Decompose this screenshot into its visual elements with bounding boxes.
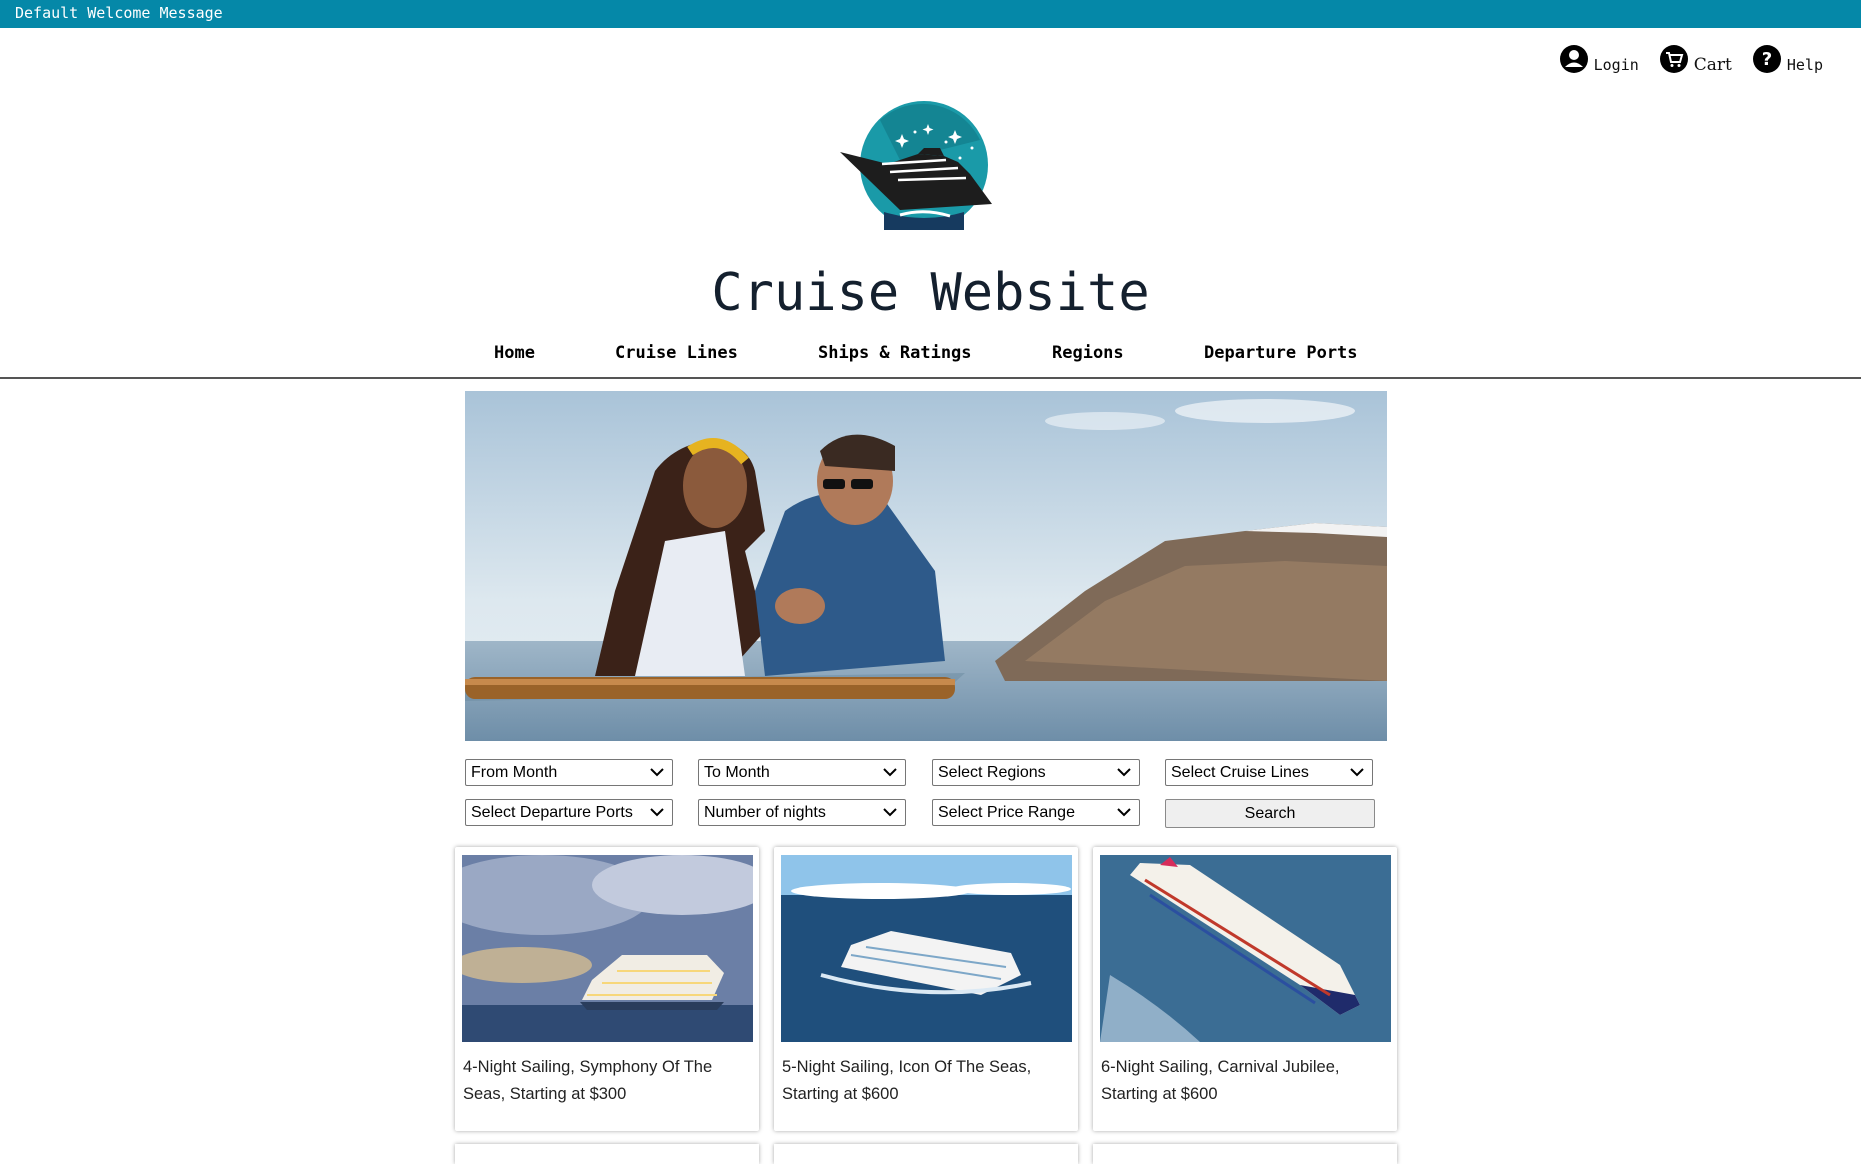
to-month-select[interactable]: To Month (698, 759, 906, 786)
departure-ports-select[interactable]: Select Departure Ports (465, 799, 673, 826)
welcome-bar: Default Welcome Message (0, 0, 1861, 28)
nav-cruise-lines[interactable]: Cruise Lines (615, 343, 738, 363)
nav-ships-ratings[interactable]: Ships & Ratings (818, 343, 972, 363)
from-month-select[interactable]: From Month (465, 759, 673, 786)
departure-ports-value: Select Departure Ports (471, 804, 633, 821)
chevron-down-icon (650, 808, 664, 817)
chevron-down-icon (883, 808, 897, 817)
svg-text:?: ? (1762, 49, 1772, 70)
from-month-value: From Month (471, 764, 558, 781)
price-range-value: Select Price Range (938, 804, 1075, 821)
cart-icon (1659, 45, 1688, 73)
cruise-lines-select[interactable]: Select Cruise Lines (1165, 759, 1373, 786)
price-range-select[interactable]: Select Price Range (932, 799, 1140, 826)
cruise-card[interactable]: 4-Night Sailing, Symphony Of The Seas, S… (455, 847, 759, 1131)
ship-image (781, 855, 1072, 1042)
ship-image (462, 855, 753, 1042)
nav-regions[interactable]: Regions (1052, 343, 1124, 363)
question-icon: ? (1752, 45, 1781, 73)
site-title: Cruise Website (711, 263, 1150, 323)
help-label: Help (1786, 56, 1823, 74)
login-link[interactable]: Login (1559, 44, 1639, 74)
ship-image (1100, 855, 1391, 1042)
card-description: 6-Night Sailing, Carnival Jubilee, Start… (1101, 1058, 1340, 1103)
hero-image (465, 391, 1387, 741)
cruise-card[interactable]: 6-Night Sailing, Carnival Jubilee, Start… (1093, 847, 1397, 1131)
chevron-down-icon (883, 768, 897, 777)
nav-home[interactable]: Home (494, 343, 535, 363)
help-link[interactable]: ? Help (1752, 44, 1823, 74)
welcome-message: Default Welcome Message (15, 4, 223, 22)
card-description: 5-Night Sailing, Icon Of The Seas, Start… (782, 1058, 1032, 1103)
user-icon (1559, 45, 1588, 73)
chevron-down-icon (1350, 768, 1364, 777)
chevron-down-icon (1117, 808, 1131, 817)
cart-link[interactable]: Cart (1659, 44, 1732, 74)
utility-links: Login Cart ? Help (1559, 44, 1823, 74)
cruise-ship-logo[interactable] (840, 100, 1000, 235)
cruise-card-partial[interactable] (774, 1144, 1078, 1164)
cruise-card[interactable]: 5-Night Sailing, Icon Of The Seas, Start… (774, 847, 1078, 1131)
nights-value: Number of nights (704, 804, 826, 821)
regions-select[interactable]: Select Regions (932, 759, 1140, 786)
cruise-lines-value: Select Cruise Lines (1171, 764, 1309, 781)
chevron-down-icon (650, 768, 664, 777)
card-description: 4-Night Sailing, Symphony Of The Seas, S… (463, 1058, 713, 1103)
cruise-card-partial[interactable] (1093, 1144, 1397, 1164)
regions-value: Select Regions (938, 764, 1046, 781)
cruise-card-partial[interactable] (455, 1144, 759, 1164)
main-nav: Home Cruise Lines Ships & Ratings Region… (0, 339, 1861, 379)
chevron-down-icon (1117, 768, 1131, 777)
cart-label: Cart (1693, 55, 1732, 75)
search-button[interactable]: Search (1165, 799, 1375, 828)
login-label: Login (1593, 56, 1639, 74)
nav-departure-ports[interactable]: Departure Ports (1204, 343, 1358, 363)
nights-select[interactable]: Number of nights (698, 799, 906, 826)
to-month-value: To Month (704, 764, 770, 781)
